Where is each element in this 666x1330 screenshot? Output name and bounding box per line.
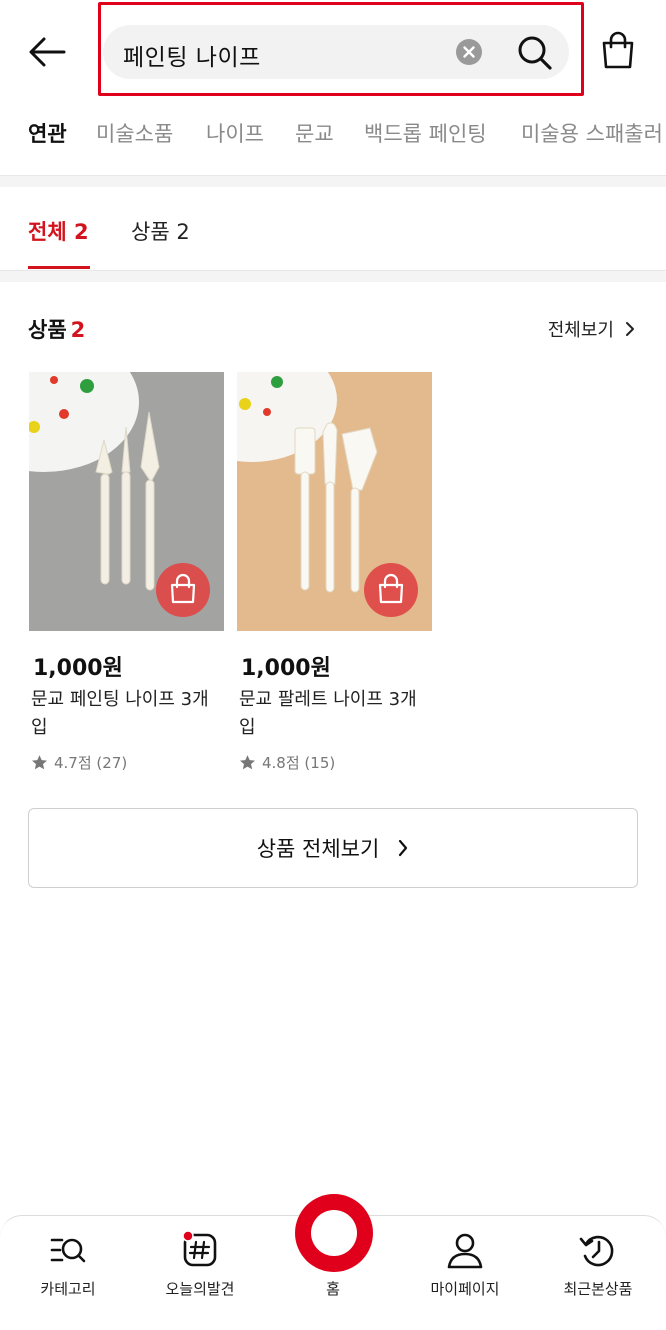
all-products-button[interactable]: 상품 전체보기 bbox=[28, 808, 638, 888]
chevron-right-icon bbox=[626, 322, 634, 336]
related-keywords: 연관 미술소품 나이프 문교 백드롭 페인팅 미술용 스패출러 bbox=[0, 110, 666, 156]
bottom-nav: 카테고리 오늘의발견 홈 마이페이지 최근본상품 bbox=[0, 1194, 666, 1330]
section-count: 2 bbox=[70, 318, 86, 342]
search-icon bbox=[518, 36, 552, 70]
hashtag-icon bbox=[182, 1230, 217, 1267]
search-button[interactable] bbox=[515, 33, 555, 73]
product-image[interactable] bbox=[29, 372, 224, 631]
all-products-label: 상품 전체보기 bbox=[256, 837, 380, 861]
keyword-chip[interactable]: 백드롭 페인팅 bbox=[364, 118, 487, 148]
shopping-bag-icon bbox=[602, 31, 634, 69]
shopping-bag-icon bbox=[378, 573, 404, 604]
product-price: 1,000원 bbox=[241, 656, 331, 681]
category-search-icon bbox=[50, 1238, 86, 1263]
history-icon bbox=[579, 1235, 614, 1267]
shopping-bag-icon bbox=[170, 573, 196, 604]
clear-search-button[interactable] bbox=[456, 39, 482, 65]
chevron-right-icon bbox=[399, 839, 408, 857]
header: 페인팅 나이프 bbox=[0, 0, 666, 100]
tab-all[interactable]: 전체 2 bbox=[28, 216, 89, 246]
home-circle-icon[interactable] bbox=[295, 1194, 373, 1272]
cart-button[interactable] bbox=[598, 30, 638, 70]
view-all-link[interactable]: 전체보기 bbox=[548, 316, 636, 342]
clear-circle-icon bbox=[463, 46, 475, 58]
nav-recent[interactable]: 최근본상품 bbox=[543, 1230, 653, 1299]
nav-label: 마이페이지 bbox=[430, 1280, 500, 1298]
product-card[interactable]: 1,000원 문교 팔레트 나이프 3개입 4.8점 (15) bbox=[237, 372, 432, 772]
section-title: 상품 2 bbox=[28, 314, 85, 344]
section-title-text: 상품 bbox=[28, 318, 67, 342]
product-name[interactable]: 문교 팔레트 나이프 3개입 bbox=[239, 686, 429, 742]
result-tabs: 전체 2 상품 2 bbox=[0, 188, 666, 270]
nav-mypage[interactable]: 마이페이지 bbox=[410, 1230, 520, 1299]
keyword-chip[interactable]: 미술소품 bbox=[96, 118, 173, 148]
keyword-chip[interactable]: 문교 bbox=[295, 118, 334, 148]
product-rating: 4.7점 (27) bbox=[31, 752, 127, 773]
back-button[interactable] bbox=[26, 34, 68, 70]
nav-label: 최근본상품 bbox=[563, 1280, 633, 1298]
rating-text: 4.8점 (15) bbox=[262, 754, 336, 772]
active-tab-indicator bbox=[28, 266, 90, 269]
add-to-cart-button[interactable] bbox=[364, 563, 418, 617]
product-name[interactable]: 문교 페인팅 나이프 3개입 bbox=[31, 686, 221, 742]
product-price: 1,000원 bbox=[33, 656, 123, 681]
keyword-chip[interactable]: 미술용 스패출러 bbox=[521, 118, 663, 148]
add-to-cart-button[interactable] bbox=[156, 563, 210, 617]
star-icon bbox=[240, 755, 255, 770]
tab-products[interactable]: 상품 2 bbox=[131, 216, 190, 246]
search-input[interactable]: 페인팅 나이프 bbox=[123, 38, 261, 72]
section-divider bbox=[0, 270, 666, 282]
section-divider bbox=[0, 175, 666, 187]
star-icon bbox=[32, 755, 47, 770]
view-all-label: 전체보기 bbox=[547, 320, 614, 341]
product-image[interactable] bbox=[237, 372, 432, 631]
search-box[interactable]: 페인팅 나이프 bbox=[103, 25, 569, 79]
rating-text: 4.7점 (27) bbox=[54, 754, 128, 772]
user-icon bbox=[447, 1233, 483, 1269]
arrow-left-icon bbox=[29, 37, 66, 67]
keyword-chip[interactable]: 나이프 bbox=[206, 118, 264, 148]
related-label: 연관 bbox=[28, 122, 67, 146]
product-card[interactable]: 1,000원 문교 페인팅 나이프 3개입 4.7점 (27) bbox=[29, 372, 224, 772]
product-rating: 4.8점 (15) bbox=[239, 752, 335, 773]
